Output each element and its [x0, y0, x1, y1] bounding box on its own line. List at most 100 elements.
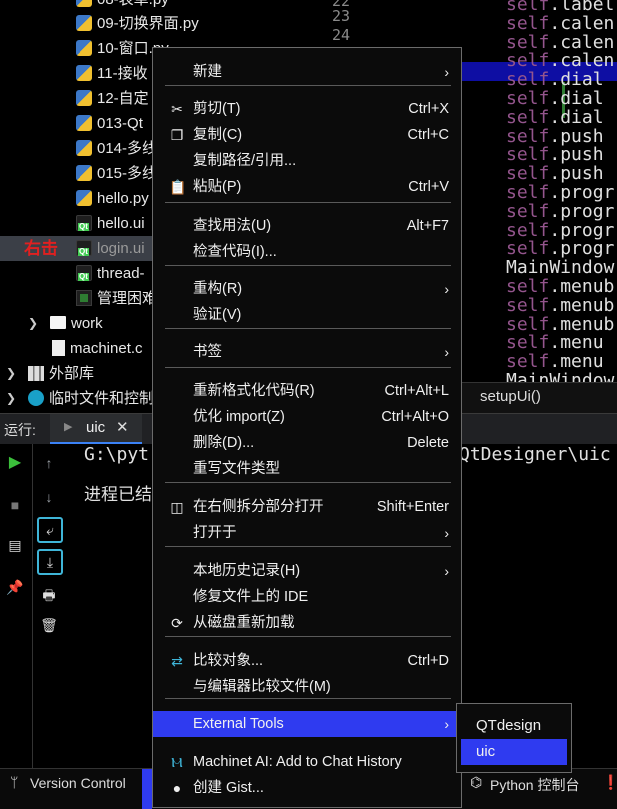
code-line: self.calen — [506, 51, 614, 70]
menu-item-14[interactable]: 重写文件类型 — [153, 456, 461, 482]
code-line: self.calen — [506, 14, 614, 33]
menu-item-label: 优化 import(Z) — [193, 409, 285, 425]
soft-wrap-icon[interactable]: ⤶ — [37, 517, 63, 543]
menu-item-label: 新建 — [193, 64, 222, 80]
chevron-right-icon: › — [444, 344, 449, 360]
chevron-right-icon[interactable]: ❯ — [6, 391, 16, 405]
python-console-button[interactable]: Python 控制台 — [490, 775, 579, 795]
tree-item[interactable]: 11-接收 — [76, 61, 148, 86]
menu-item-label: 验证(V) — [193, 307, 242, 323]
menu-item-external-tools[interactable]: External Tools › — [153, 711, 461, 737]
menu-separator — [165, 265, 451, 266]
menu-item-shortcut: Ctrl+Alt+O — [381, 409, 449, 425]
tree-item-scratches[interactable]: 临时文件和控制 — [28, 386, 154, 411]
chevron-right-icon[interactable]: ❯ — [6, 366, 16, 380]
python-file-icon — [76, 15, 92, 31]
right-click-annotation: 右击 — [24, 239, 58, 258]
menu-item-label: 比较对象... — [193, 653, 264, 669]
menu-item-label: 与编辑器比较文件(M) — [193, 679, 331, 695]
menu-item-10[interactable]: 书签 › — [153, 339, 461, 365]
code-line: self.progr — [506, 221, 614, 240]
line-number: 23 — [331, 7, 350, 25]
python-file-icon — [76, 140, 92, 156]
menu-item-label: 书签 — [193, 344, 222, 360]
chevron-right-icon: › — [444, 716, 449, 732]
python-file-icon — [76, 0, 92, 7]
stop-icon[interactable]: ■ — [4, 494, 26, 516]
menu-item-5[interactable]: 📋 粘贴(P) Ctrl+V — [153, 174, 461, 200]
menu-item-15[interactable]: ◫ 在右侧拆分部分打开 Shift+Enter — [153, 494, 461, 520]
menu-item-3[interactable]: ❐ 复制(C) Ctrl+C — [153, 122, 461, 148]
print-icon[interactable]: 🖶 — [38, 584, 60, 606]
folder-icon — [50, 316, 66, 329]
menu-item-2[interactable]: ✂ 剪切(T) Ctrl+X — [153, 96, 461, 122]
menu-item-1[interactable]: 新建 › — [153, 59, 461, 85]
python-file-icon — [76, 90, 92, 106]
menu-item-18[interactable]: 修复文件上的 IDE — [153, 584, 461, 610]
menu-item-9[interactable]: 验证(V) — [153, 302, 461, 328]
run-tab-uic[interactable]: ▶ uic ✕ — [50, 414, 142, 444]
alert-icon[interactable]: ❗ — [602, 774, 617, 791]
layout-icon[interactable]: ▤ — [4, 534, 26, 556]
context-menu: 新建 › ✂ 剪切(T) Ctrl+X ❐ 复制(C) Ctrl+C 复制路径/引用... 📋 粘贴… — [152, 47, 462, 808]
menu-item-7[interactable]: 检查代码(I)... — [153, 239, 461, 265]
tree-item[interactable]: 12-自定 — [76, 86, 149, 111]
run-icon[interactable]: ▶ — [4, 452, 26, 474]
arrow-down-icon[interactable]: ↓ — [38, 486, 60, 508]
run-tab-label: uic — [86, 419, 106, 436]
tree-item-external-libraries[interactable]: 外部库 — [28, 361, 94, 386]
menu-item-23[interactable]: Ⲙ Machinet AI: Add to Chat History — [153, 749, 461, 775]
menu-separator — [165, 85, 451, 86]
menu-item-11[interactable]: 重新格式化代码(R) Ctrl+Alt+L — [153, 378, 461, 404]
tree-item[interactable]: 管理困难 — [76, 286, 157, 311]
submenu-item-uic[interactable]: uic — [461, 739, 567, 765]
menu-item-shortcut: Shift+Enter — [376, 499, 449, 515]
tree-item[interactable]: 09-切换界面.py — [76, 11, 199, 36]
python-icon: ⌬ — [470, 774, 483, 790]
breadcrumb-method[interactable]: setupUi() — [480, 388, 541, 405]
tree-item[interactable]: 014-多线 — [76, 136, 157, 161]
menu-item-20[interactable]: ⇄ 比较对象... Ctrl+D — [153, 648, 461, 674]
code-line: self.push — [506, 145, 604, 164]
menu-item-label: 复制路径/引用... — [193, 153, 297, 169]
menu-item-19[interactable]: ⟳ 从磁盘重新加载 — [153, 610, 461, 636]
menu-item-label: 重构(R) — [193, 281, 243, 297]
pin-icon[interactable]: 📌 — [4, 576, 26, 598]
menu-item-6[interactable]: 查找用法(U) Alt+F7 — [153, 213, 461, 239]
close-icon[interactable]: ✕ — [116, 418, 129, 436]
tree-item-selected[interactable]: login.ui — [76, 236, 145, 261]
machinet-icon: Ⲙ — [171, 754, 183, 770]
arrow-up-icon[interactable]: ↑ — [38, 452, 60, 474]
version-control-button[interactable]: Version Control — [30, 775, 126, 791]
menu-separator — [165, 636, 451, 637]
spreadsheet-file-icon — [76, 290, 92, 306]
chevron-right-icon[interactable]: ❯ — [28, 316, 38, 330]
copy-icon: ❐ — [170, 127, 184, 143]
menu-item-shortcut: Delete — [407, 435, 449, 451]
tree-item[interactable]: 015-多线 — [76, 161, 157, 186]
menu-item-12[interactable]: 优化 import(Z) Ctrl+Alt+O — [153, 404, 461, 430]
menu-item-24[interactable]: ● 创建 Gist... — [153, 775, 461, 801]
submenu-item-qtdesign[interactable]: QTdesign — [461, 713, 567, 739]
menu-item-21[interactable]: 与编辑器比较文件(M) — [153, 674, 461, 700]
tree-item[interactable]: 013-Qt — [76, 111, 143, 136]
tree-item[interactable]: thread- — [76, 261, 145, 286]
menu-item-4[interactable]: 复制路径/引用... — [153, 148, 461, 174]
status-active-tab — [142, 769, 152, 809]
chevron-right-icon: › — [444, 563, 449, 579]
menu-item-17[interactable]: 本地历史记录(H) › — [153, 558, 461, 584]
tree-item-folder[interactable]: work — [50, 311, 103, 336]
scroll-to-end-icon[interactable]: ⤓ — [37, 549, 63, 575]
scratches-icon — [28, 390, 44, 406]
menu-item-8[interactable]: 重构(R) › — [153, 276, 461, 302]
tree-item[interactable]: machinet.c — [52, 336, 143, 361]
menu-item-shortcut: Ctrl+Alt+L — [384, 383, 449, 399]
library-icon — [28, 366, 44, 381]
tree-item[interactable]: hello.ui — [76, 211, 145, 236]
trash-icon[interactable]: 🗑 — [38, 614, 60, 636]
tree-item[interactable]: hello.py — [76, 186, 149, 211]
menu-item-label: 在右侧拆分部分打开 — [193, 499, 324, 515]
code-line: self.progr — [506, 202, 614, 221]
menu-item-13[interactable]: 删除(D)... Delete — [153, 430, 461, 456]
menu-item-16[interactable]: 打开于 › — [153, 520, 461, 546]
